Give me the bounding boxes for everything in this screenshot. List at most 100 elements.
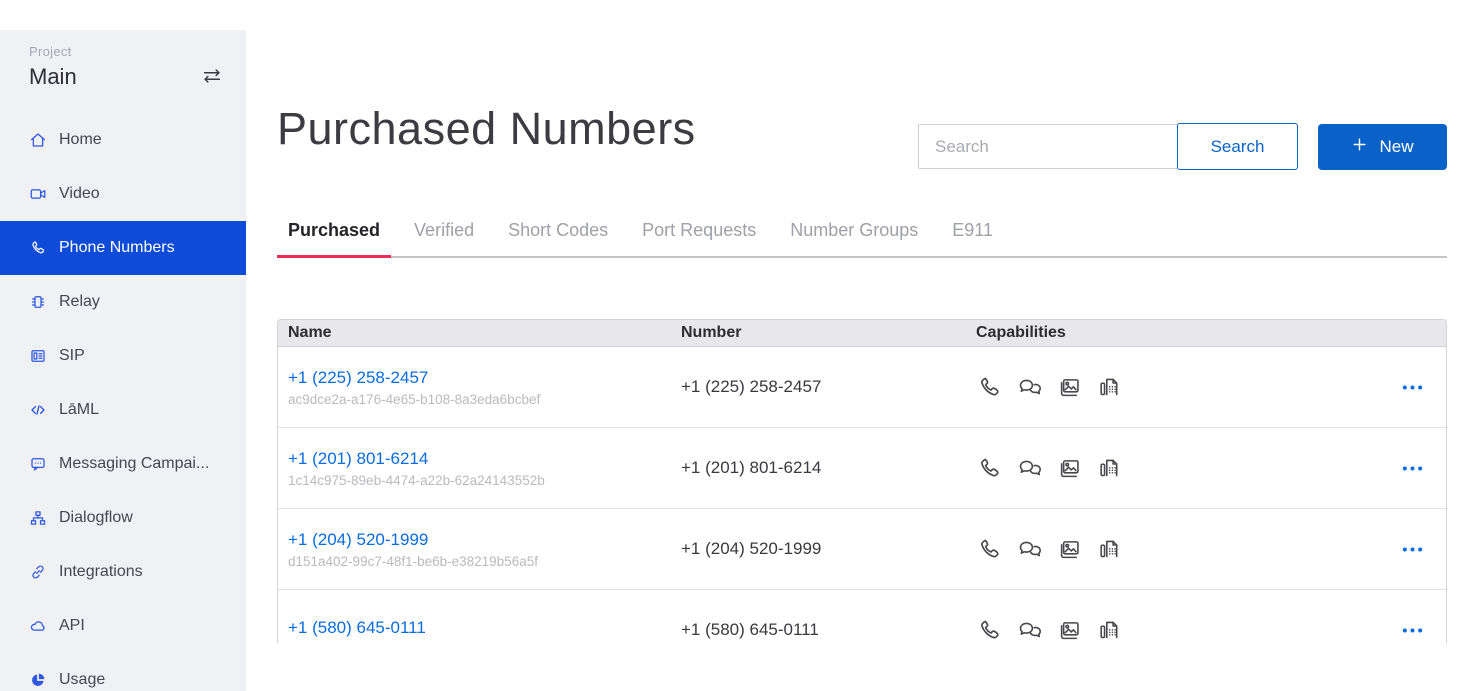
sidebar-item-relay[interactable]: Relay xyxy=(0,275,246,329)
fax-icon xyxy=(1096,617,1123,644)
number-name-link[interactable]: +1 (580) 645-0111 xyxy=(288,618,426,638)
new-button[interactable]: New xyxy=(1318,124,1447,170)
project-switch-button[interactable] xyxy=(200,65,224,89)
tab-purchased[interactable]: Purchased xyxy=(277,220,391,256)
tab-bar: Purchased Verified Short Codes Port Request… xyxy=(277,220,1447,258)
number-id: d151a402-99c7-48f1-be6b-e38219b56a5f xyxy=(288,554,671,569)
name-cell: +1 (204) 520-1999 d151a402-99c7-48f1-be6b… xyxy=(278,530,671,569)
sidebar-item-integrations[interactable]: Integrations xyxy=(0,545,246,599)
number-value: +1 (204) 520-1999 xyxy=(671,539,966,559)
table-header-row: Name Number Capabilities xyxy=(278,320,1446,347)
sidebar-item-usage[interactable]: Usage xyxy=(0,653,246,691)
main-content: Purchased Numbers Search New Purchased Ve… xyxy=(246,0,1458,691)
fax-icon xyxy=(1096,536,1123,563)
sms-icon xyxy=(1016,374,1043,401)
table-row: +1 (580) 645-0111 +1 (580) 645-0111 xyxy=(278,590,1446,643)
sip-phone-icon xyxy=(29,347,47,365)
sidebar-item-api[interactable]: API xyxy=(0,599,246,653)
menu-cell xyxy=(1356,622,1446,639)
mms-icon xyxy=(1056,455,1083,482)
tab-port-requests[interactable]: Port Requests xyxy=(631,220,767,256)
column-header-capabilities: Capabilities xyxy=(966,324,1356,342)
row-menu-button[interactable] xyxy=(1399,541,1426,558)
sidebar-item-label: Video xyxy=(59,185,100,203)
tab-e911[interactable]: E911 xyxy=(941,220,1004,256)
sidebar-item-video[interactable]: Video xyxy=(0,167,246,221)
app-root: Project Main Home Video Phone Numbers Relay… xyxy=(0,0,1458,691)
search-input[interactable] xyxy=(918,124,1178,169)
number-name-link[interactable]: +1 (204) 520-1999 xyxy=(288,530,428,550)
sidebar-item-dialogflow[interactable]: Dialogflow xyxy=(0,491,246,545)
sidebar-item-phone-numbers[interactable]: Phone Numbers xyxy=(0,221,246,275)
project-switcher: Project Main xyxy=(0,30,246,90)
plus-icon xyxy=(1351,136,1368,158)
sidebar-item-label: API xyxy=(59,617,85,635)
sidebar-item-label: Relay xyxy=(59,293,100,311)
number-name-link[interactable]: +1 (225) 258-2457 xyxy=(288,368,428,388)
column-header-name: Name xyxy=(278,324,671,342)
number-id: 1c14c975-89eb-4474-a22b-62a24143552b xyxy=(288,473,671,488)
sidebar-item-laml[interactable]: LāML xyxy=(0,383,246,437)
search-button[interactable]: Search xyxy=(1177,123,1298,170)
name-cell: +1 (201) 801-6214 1c14c975-89eb-4474-a22b… xyxy=(278,449,671,488)
sms-icon xyxy=(1016,536,1043,563)
capabilities-cell xyxy=(966,455,1356,482)
project-name: Main xyxy=(29,64,77,90)
row-menu-button[interactable] xyxy=(1399,622,1426,639)
swap-arrows-icon xyxy=(201,75,223,90)
voice-icon xyxy=(976,455,1003,482)
table-row: +1 (225) 258-2457ac9dce2a-a176-4e65-b108… xyxy=(278,347,1446,428)
row-menu-button[interactable] xyxy=(1399,460,1426,477)
project-label: Project xyxy=(29,44,224,59)
sidebar-item-label: Phone Numbers xyxy=(59,239,175,257)
link-icon xyxy=(29,563,47,581)
mms-icon xyxy=(1056,536,1083,563)
sidebar-nav: Home Video Phone Numbers Relay SIP LāML Messag… xyxy=(0,113,246,691)
capabilities-cell xyxy=(966,374,1356,401)
sidebar-item-label: LāML xyxy=(59,401,99,419)
table-row: +1 (204) 520-1999d151a402-99c7-48f1-be6b… xyxy=(278,509,1446,590)
voice-icon xyxy=(976,617,1003,644)
table-row: +1 (201) 801-62141c14c975-89eb-4474-a22b… xyxy=(278,428,1446,509)
numbers-table: Name Number Capabilities +1 (225) 258-24… xyxy=(277,319,1447,643)
voice-icon xyxy=(976,374,1003,401)
sidebar-item-label: Dialogflow xyxy=(59,509,133,527)
tab-number-groups[interactable]: Number Groups xyxy=(779,220,929,256)
ellipsis-icon xyxy=(1401,464,1424,473)
pie-chart-icon xyxy=(29,671,47,689)
row-menu-button[interactable] xyxy=(1399,379,1426,396)
voice-icon xyxy=(976,536,1003,563)
cloud-icon xyxy=(29,617,47,635)
page-header: Purchased Numbers Search New xyxy=(277,103,1447,170)
sidebar-item-sip[interactable]: SIP xyxy=(0,329,246,383)
ellipsis-icon xyxy=(1401,626,1424,635)
table-body: +1 (225) 258-2457ac9dce2a-a176-4e65-b108… xyxy=(278,347,1446,643)
new-button-label: New xyxy=(1379,137,1413,157)
number-name-link[interactable]: +1 (201) 801-6214 xyxy=(288,449,428,469)
number-value: +1 (201) 801-6214 xyxy=(671,458,966,478)
sidebar-item-messaging-campaigns[interactable]: Messaging Campai... xyxy=(0,437,246,491)
numbers-table-container: Name Number Capabilities +1 (225) 258-24… xyxy=(277,319,1447,643)
number-value: +1 (225) 258-2457 xyxy=(671,377,966,397)
menu-cell xyxy=(1356,541,1446,558)
sidebar-item-home[interactable]: Home xyxy=(0,113,246,167)
tab-short-codes[interactable]: Short Codes xyxy=(497,220,619,256)
capabilities-cell xyxy=(966,536,1356,563)
page-title: Purchased Numbers xyxy=(277,103,696,155)
sidebar-item-label: Home xyxy=(59,131,102,149)
phone-icon xyxy=(29,239,47,257)
sidebar-item-label: Usage xyxy=(59,671,105,689)
sidebar: Project Main Home Video Phone Numbers Relay… xyxy=(0,30,246,691)
name-cell: +1 (225) 258-2457ac9dce2a-a176-4e65-b108… xyxy=(278,368,671,407)
number-value: +1 (580) 645-0111 xyxy=(671,620,966,640)
sitemap-icon xyxy=(29,509,47,527)
code-icon xyxy=(29,401,47,419)
capabilities-cell xyxy=(966,617,1356,644)
menu-cell xyxy=(1356,460,1446,477)
tab-verified[interactable]: Verified xyxy=(403,220,485,256)
home-icon xyxy=(29,131,47,149)
mms-icon xyxy=(1056,374,1083,401)
sidebar-item-label: SIP xyxy=(59,347,85,365)
header-actions: Search New xyxy=(918,123,1447,170)
video-icon xyxy=(29,185,47,203)
